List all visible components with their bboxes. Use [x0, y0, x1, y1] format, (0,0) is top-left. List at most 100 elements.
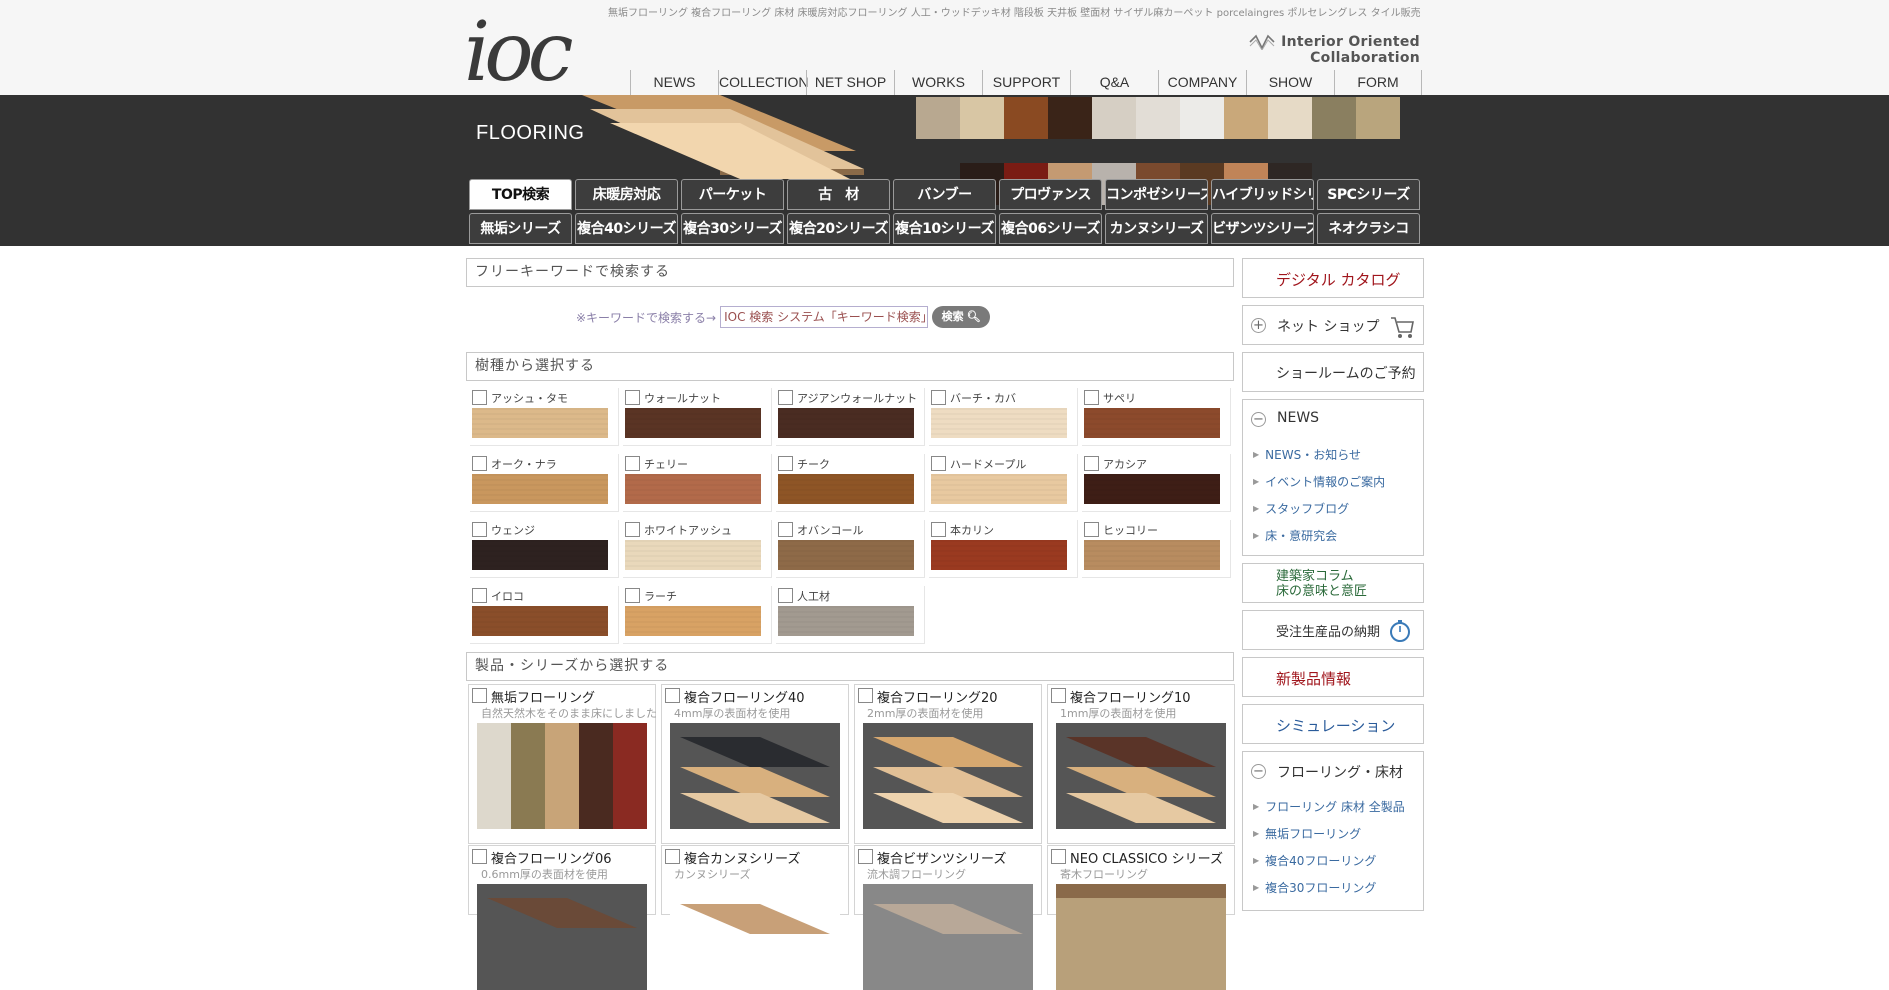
wood-species-item[interactable]: オーク・ナラ: [470, 454, 619, 512]
keyword-search-input[interactable]: IOC 検索 システム「キーワード検索」: [720, 306, 933, 328]
tab-neo-classico[interactable]: ネオクラシコ: [1317, 213, 1420, 244]
flooring-link-all[interactable]: フローリング 床材 全製品: [1253, 798, 1405, 815]
product-series-item[interactable]: 無垢フローリング 自然天然木をそのまま床にしました: [468, 684, 657, 844]
wood-species-item[interactable]: ウォールナット: [623, 388, 772, 446]
wood-species-swatch[interactable]: [472, 540, 608, 570]
wood-species-item[interactable]: 人工材: [776, 586, 925, 644]
wood-species-checkbox[interactable]: [1084, 390, 1099, 405]
wood-species-checkbox[interactable]: [472, 588, 487, 603]
wood-species-swatch[interactable]: [472, 408, 608, 438]
nav-collection[interactable]: COLLECTION: [718, 70, 808, 95]
sidebar-new-products[interactable]: 新製品情報: [1242, 657, 1424, 697]
tab-reclaimed[interactable]: 古 材: [787, 179, 890, 210]
wood-species-checkbox[interactable]: [778, 522, 793, 537]
tab-floor-heating[interactable]: 床暖房対応: [575, 179, 678, 210]
tab-compose[interactable]: コンポゼシリーズ: [1105, 179, 1208, 210]
flooring-link-solid[interactable]: 無垢フローリング: [1253, 825, 1361, 842]
wood-species-swatch[interactable]: [778, 408, 914, 438]
tab-spc[interactable]: SPCシリーズ: [1317, 179, 1420, 210]
tab-solid-series[interactable]: 無垢シリーズ: [469, 213, 572, 244]
product-series-checkbox[interactable]: [472, 849, 487, 864]
wood-species-swatch[interactable]: [472, 474, 608, 504]
tab-composite10[interactable]: 複合10シリーズ: [893, 213, 996, 244]
wood-species-swatch[interactable]: [778, 540, 914, 570]
nav-form[interactable]: FORM: [1334, 70, 1422, 95]
nav-qa[interactable]: Q&A: [1070, 70, 1158, 95]
news-link-notice[interactable]: NEWS・お知らせ: [1253, 446, 1361, 463]
product-series-checkbox[interactable]: [472, 688, 487, 703]
wood-species-item[interactable]: ハードメープル: [929, 454, 1078, 512]
nav-support[interactable]: SUPPORT: [982, 70, 1070, 95]
wood-species-swatch[interactable]: [1084, 408, 1220, 438]
tab-bamboo[interactable]: バンブー: [893, 179, 996, 210]
product-series-item[interactable]: 複合フローリング20 2mm厚の表面材を使用: [854, 684, 1042, 844]
sidebar-net-shop[interactable]: + ネット ショップ: [1242, 305, 1424, 345]
wood-species-checkbox[interactable]: [472, 522, 487, 537]
wood-species-item[interactable]: ラーチ: [623, 586, 772, 644]
news-link-events[interactable]: イベント情報のご案内: [1253, 473, 1385, 490]
wood-species-checkbox[interactable]: [778, 456, 793, 471]
product-series-image[interactable]: [670, 723, 840, 829]
product-series-checkbox[interactable]: [858, 688, 873, 703]
wood-species-swatch[interactable]: [1084, 540, 1220, 570]
wood-species-swatch[interactable]: [931, 408, 1067, 438]
wood-species-checkbox[interactable]: [625, 522, 640, 537]
product-series-image[interactable]: [1056, 884, 1226, 990]
wood-species-item[interactable]: チーク: [776, 454, 925, 512]
tab-composite40[interactable]: 複合40シリーズ: [575, 213, 678, 244]
tab-provence[interactable]: プロヴァンス: [999, 179, 1102, 210]
wood-species-checkbox[interactable]: [625, 390, 640, 405]
product-series-image[interactable]: [1056, 723, 1226, 829]
product-series-item[interactable]: 複合フローリング40 4mm厚の表面材を使用: [661, 684, 849, 844]
news-link-study-group[interactable]: 床・意研究会: [1253, 527, 1337, 544]
wood-species-item[interactable]: オバンコール: [776, 520, 925, 578]
wood-species-swatch[interactable]: [1084, 474, 1220, 504]
wood-species-swatch[interactable]: [625, 606, 761, 636]
wood-species-swatch[interactable]: [472, 606, 608, 636]
wood-species-checkbox[interactable]: [931, 522, 946, 537]
wood-species-item[interactable]: ウェンジ: [470, 520, 619, 578]
wood-species-checkbox[interactable]: [931, 390, 946, 405]
tab-composite30[interactable]: 複合30シリーズ: [681, 213, 784, 244]
wood-species-checkbox[interactable]: [625, 456, 640, 471]
product-series-image[interactable]: [477, 723, 647, 829]
wood-species-item[interactable]: ホワイトアッシュ: [623, 520, 772, 578]
product-series-checkbox[interactable]: [858, 849, 873, 864]
wood-species-checkbox[interactable]: [472, 390, 487, 405]
wood-species-swatch[interactable]: [931, 474, 1067, 504]
wood-species-item[interactable]: アッシュ・タモ: [470, 388, 619, 446]
flooring-link-composite30[interactable]: 複合30フローリング: [1253, 879, 1376, 896]
product-series-image[interactable]: [670, 884, 840, 990]
wood-species-item[interactable]: イロコ: [470, 586, 619, 644]
sidebar-digital-catalog[interactable]: デジタル カタログ: [1242, 258, 1424, 298]
wood-species-item[interactable]: チェリー: [623, 454, 772, 512]
product-series-image[interactable]: [863, 884, 1033, 990]
wood-species-item[interactable]: ヒッコリー: [1082, 520, 1231, 578]
tab-byzantine[interactable]: ビザンツシリーズ: [1211, 213, 1314, 244]
sidebar-delivery-time[interactable]: 受注生産品の納期: [1242, 610, 1424, 650]
wood-species-swatch[interactable]: [778, 474, 914, 504]
wood-species-item[interactable]: 本カリン: [929, 520, 1078, 578]
sidebar-showroom-reservation[interactable]: ショールームのご予約: [1242, 352, 1424, 392]
wood-species-checkbox[interactable]: [778, 390, 793, 405]
wood-species-item[interactable]: サペリ: [1082, 388, 1231, 446]
wood-species-swatch[interactable]: [625, 474, 761, 504]
product-series-item[interactable]: 複合フローリング10 1mm厚の表面材を使用: [1047, 684, 1235, 844]
news-link-staff-blog[interactable]: スタッフブログ: [1253, 500, 1349, 517]
product-series-image[interactable]: [863, 723, 1033, 829]
tab-hybrid[interactable]: ハイブリッドシリーズ: [1211, 179, 1314, 210]
ioc-logo[interactable]: ioc: [464, 2, 584, 92]
tab-top-search[interactable]: TOP検索: [469, 179, 572, 210]
tab-parquet[interactable]: パーケット: [681, 179, 784, 210]
wood-species-checkbox[interactable]: [1084, 522, 1099, 537]
nav-works[interactable]: WORKS: [894, 70, 982, 95]
product-series-image[interactable]: [477, 884, 647, 990]
wood-species-item[interactable]: アジアンウォールナット: [776, 388, 925, 446]
wood-species-checkbox[interactable]: [778, 588, 793, 603]
wood-species-checkbox[interactable]: [625, 588, 640, 603]
wood-species-swatch[interactable]: [778, 606, 914, 636]
wood-species-swatch[interactable]: [625, 540, 761, 570]
wood-species-checkbox[interactable]: [472, 456, 487, 471]
wood-species-swatch[interactable]: [625, 408, 761, 438]
nav-company[interactable]: COMPANY: [1158, 70, 1246, 95]
